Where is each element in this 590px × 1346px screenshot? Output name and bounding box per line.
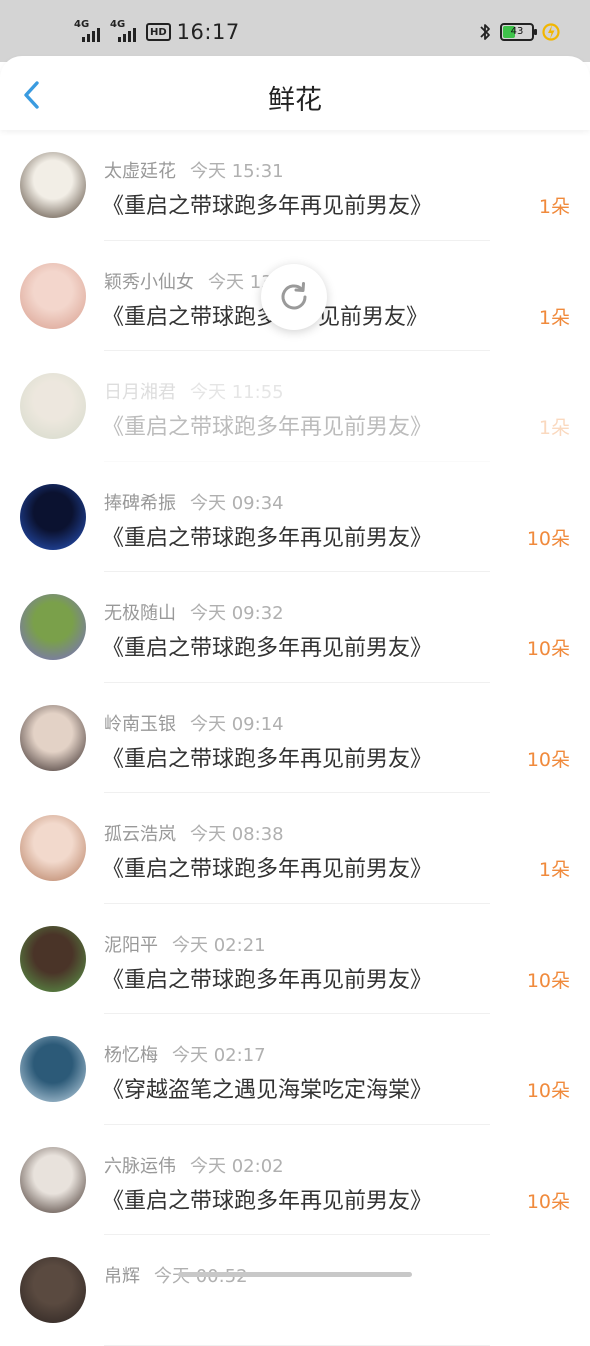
book-title-text: 《重启之带球跑多年再见前男友》 [102, 968, 432, 993]
flower-count: 10朵 [527, 1076, 570, 1103]
user-name: 岭南玉银 [104, 714, 176, 735]
gift-time: 今天 09:32 [190, 603, 284, 624]
status-bar: 4G 4G HD 16:17 43 [0, 0, 590, 62]
book-title-text: 《重启之带球跑多 [102, 305, 278, 330]
avatar[interactable] [20, 1036, 86, 1102]
gift-time: 今天 09:14 [190, 714, 284, 735]
avatar[interactable] [20, 373, 86, 439]
avatar[interactable] [20, 1147, 86, 1213]
gift-time: 今天 15:31 [190, 161, 284, 182]
book-title-text: 《重启之带球跑多年再见前男友》 [102, 857, 432, 882]
avatar[interactable] [20, 815, 86, 881]
flower-count: 10朵 [527, 634, 570, 661]
refresh-button[interactable] [261, 264, 327, 330]
item-meta: 杨忆梅今天 02:17 [104, 1041, 266, 1067]
nav-bar: 鲜花 [0, 56, 590, 130]
flower-count: 1朵 [539, 413, 570, 440]
list-item[interactable]: 孤云浩岚今天 08:38 《重启之带球跑多年再见前男友》 1朵 [0, 793, 590, 904]
book-title[interactable]: 《重启之带球跑多年再见前男友》 [102, 1183, 432, 1215]
item-meta: 太虚廷花今天 15:31 [104, 157, 284, 183]
flower-count: 1朵 [539, 192, 570, 219]
book-title-text: 《重启之带球跑多年再见前男友》 [102, 194, 432, 219]
refresh-icon [276, 279, 312, 315]
user-name: 颖秀小仙女 [104, 272, 194, 293]
book-title[interactable]: 《穿越盗笔之遇见海棠吃定海棠》 [102, 1072, 432, 1104]
book-title-text: 《重启之带球跑多年再见前男友》 [102, 526, 432, 551]
item-meta: 日月湘君今天 11:55 [104, 378, 284, 404]
flower-count: 10朵 [527, 745, 570, 772]
user-name: 杨忆梅 [104, 1045, 158, 1066]
user-name: 捧碑希振 [104, 493, 176, 514]
book-title[interactable]: 《重启之带球跑多年再见前男友》 [102, 851, 432, 883]
avatar[interactable] [20, 263, 86, 329]
item-meta: 捧碑希振今天 09:34 [104, 489, 284, 515]
flower-count: 1朵 [539, 303, 570, 330]
item-meta: 孤云浩岚今天 08:38 [104, 820, 284, 846]
book-title[interactable]: 《重启之带球跑多年再见前男友》 [102, 409, 432, 441]
user-name: 无极随山 [104, 603, 176, 624]
avatar[interactable] [20, 594, 86, 660]
user-name: 太虚廷花 [104, 161, 176, 182]
gift-time: 今天 02:02 [190, 1156, 284, 1177]
book-title[interactable]: 《重启之带球跑多年再见前男友》 [102, 520, 432, 552]
list-item[interactable]: 岭南玉银今天 09:14 《重启之带球跑多年再见前男友》 10朵 [0, 683, 590, 794]
list-item[interactable]: 帛辉今天 00:52 [0, 1235, 590, 1346]
avatar[interactable] [20, 926, 86, 992]
gift-time: 今天 02:17 [172, 1045, 266, 1066]
book-title-text: 《重启之带球跑多年再见前男友》 [102, 636, 432, 661]
list-item[interactable]: 六脉运伟今天 02:02 《重启之带球跑多年再见前男友》 10朵 [0, 1125, 590, 1236]
flower-count: 10朵 [527, 966, 570, 993]
battery-icon: 43 [500, 23, 534, 41]
gift-time: 今天 11:55 [190, 382, 284, 403]
list-item[interactable]: 无极随山今天 09:32 《重启之带球跑多年再见前男友》 10朵 [0, 572, 590, 683]
battery-percent: 43 [502, 25, 532, 39]
page-title: 鲜花 [0, 78, 590, 117]
book-title-text: 《穿越盗笔之遇见海棠吃定海棠》 [102, 1078, 432, 1103]
user-name: 泥阳平 [104, 935, 158, 956]
flower-count: 1朵 [539, 855, 570, 882]
book-title[interactable]: 《重启之带球跑多年再见前男友》 [102, 741, 432, 773]
item-meta: 颖秀小仙女今天 13 [104, 268, 273, 294]
gift-time: 今天 08:38 [190, 824, 284, 845]
list-item[interactable]: 太虚廷花今天 15:31 《重启之带球跑多年再见前男友》 1朵 [0, 130, 590, 241]
book-title-text: 《重启之带球跑多年再见前男友》 [102, 747, 432, 772]
item-meta: 岭南玉银今天 09:14 [104, 710, 284, 736]
item-meta: 泥阳平今天 02:21 [104, 931, 266, 957]
home-indicator[interactable] [178, 1272, 412, 1277]
flower-count: 10朵 [527, 1187, 570, 1214]
hd-voice-icon: HD [146, 23, 171, 41]
gift-time: 今天 02:21 [172, 935, 266, 956]
user-name: 孤云浩岚 [104, 824, 176, 845]
status-time: 16:17 [177, 20, 240, 44]
gift-time: 今天 09:34 [190, 493, 284, 514]
book-title[interactable]: 《重启之带球跑多年再见前男友》 [102, 630, 432, 662]
avatar[interactable] [20, 705, 86, 771]
item-meta: 无极随山今天 09:32 [104, 599, 284, 625]
signal-4g-icon: 4G [110, 20, 140, 44]
bluetooth-icon [478, 21, 492, 43]
book-title[interactable]: 《重启之带球跑多年再见前男友》 [102, 962, 432, 994]
book-title-text: 《重启之带球跑多年再见前男友》 [102, 1189, 432, 1214]
item-meta: 六脉运伟今天 02:02 [104, 1152, 284, 1178]
user-name: 日月湘君 [104, 382, 176, 403]
book-title-tail: 见前男友》 [318, 305, 428, 330]
user-name: 六脉运伟 [104, 1156, 176, 1177]
avatar[interactable] [20, 1257, 86, 1323]
user-name: 帛辉 [104, 1266, 140, 1287]
book-title[interactable]: 《重启之带球跑多年再见前男友》 [102, 188, 432, 220]
flower-count: 10朵 [527, 524, 570, 551]
list-item[interactable]: 泥阳平今天 02:21 《重启之带球跑多年再见前男友》 10朵 [0, 904, 590, 1015]
list-item[interactable]: 杨忆梅今天 02:17 《穿越盗笔之遇见海棠吃定海棠》 10朵 [0, 1014, 590, 1125]
book-title-text: 《重启之带球跑多年再见前男友》 [102, 415, 432, 440]
list-item[interactable]: 捧碑希振今天 09:34 《重启之带球跑多年再见前男友》 10朵 [0, 462, 590, 573]
charging-icon [542, 21, 560, 43]
divider [104, 1345, 490, 1346]
avatar[interactable] [20, 484, 86, 550]
signal-4g-icon: 4G [74, 20, 104, 44]
list-item[interactable]: 日月湘君今天 11:55 《重启之带球跑多年再见前男友》 1朵 [0, 351, 590, 462]
avatar[interactable] [20, 152, 86, 218]
